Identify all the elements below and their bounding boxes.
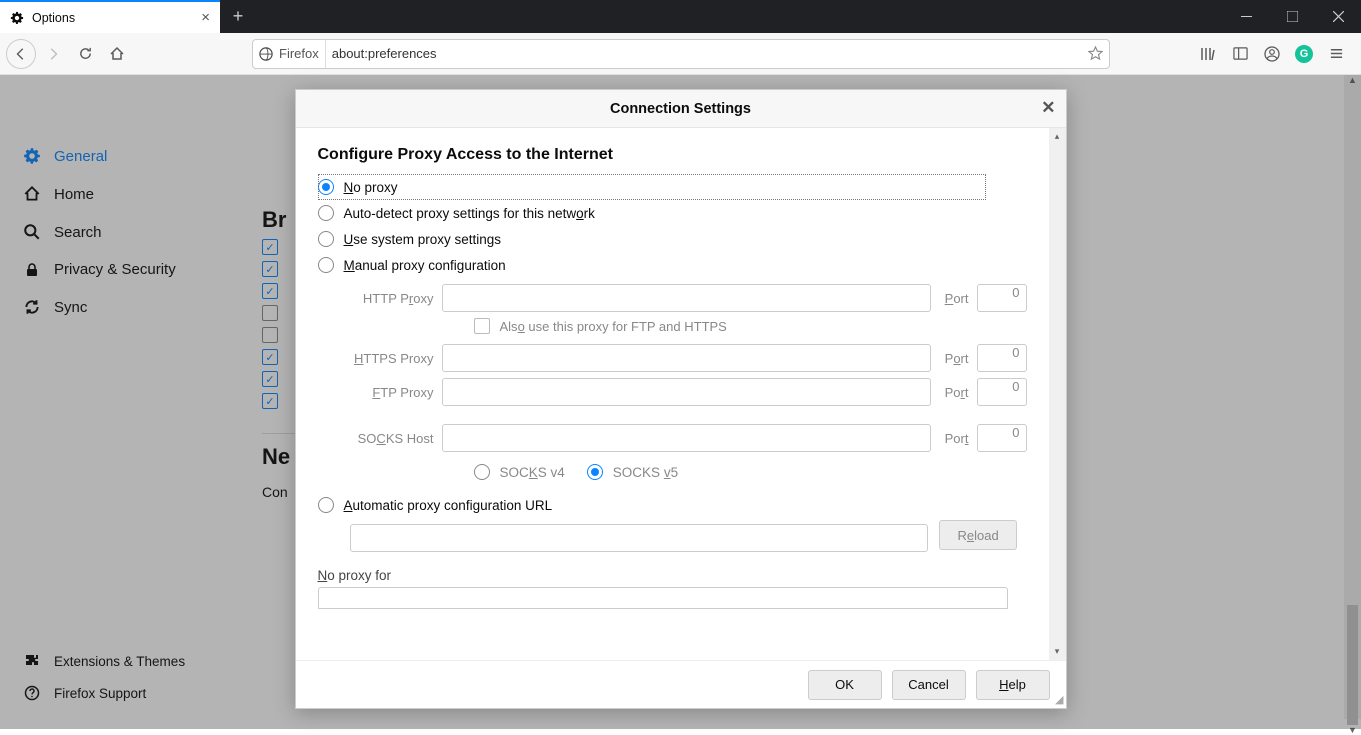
port-label: Port	[939, 351, 969, 366]
maximize-button[interactable]	[1269, 0, 1315, 33]
no-proxy-for-input[interactable]	[318, 587, 1008, 609]
socks-host-label: SOCKS Host	[350, 431, 434, 446]
ftp-proxy-input[interactable]	[442, 378, 931, 406]
radio-icon	[474, 464, 490, 480]
firefox-logo-icon	[259, 47, 273, 61]
window-controls	[1223, 0, 1361, 33]
tab-strip: Options × +	[0, 0, 1361, 33]
toolbar-right: G	[1193, 39, 1355, 69]
http-proxy-input[interactable]	[442, 284, 931, 312]
dialog-scrollbar[interactable]: ▴ ▾	[1049, 128, 1066, 660]
ftp-port-input[interactable]: 0	[977, 378, 1027, 406]
radio-label: Manual proxy configuration	[344, 258, 506, 273]
also-use-label: Also use this proxy for FTP and HTTPS	[500, 319, 727, 334]
content-area: General Home Search Privacy & Security S…	[0, 75, 1361, 729]
dialog-body: Configure Proxy Access to the Internet N…	[296, 128, 1049, 660]
back-button[interactable]	[6, 39, 36, 69]
radio-auto-config-url[interactable]: Automatic proxy configuration URL	[318, 492, 1027, 518]
radio-no-proxy[interactable]: No proxy	[318, 174, 986, 200]
forward-button[interactable]	[38, 39, 68, 69]
radio-auto-detect[interactable]: Auto-detect proxy settings for this netw…	[318, 200, 1027, 226]
reload-button[interactable]	[70, 39, 100, 69]
reload-pac-button[interactable]: Reload	[939, 520, 1017, 550]
home-button[interactable]	[102, 39, 132, 69]
dialog-title: Connection Settings	[610, 101, 751, 117]
dialog-heading: Configure Proxy Access to the Internet	[318, 146, 1027, 164]
grammarly-button[interactable]: G	[1289, 39, 1319, 69]
scroll-up-icon[interactable]: ▴	[1049, 128, 1066, 145]
nav-toolbar: Firefox about:preferences G	[0, 33, 1361, 75]
url-bar[interactable]: Firefox about:preferences	[252, 39, 1110, 69]
radio-icon	[318, 205, 334, 221]
resize-grip-icon[interactable]: ◢	[1055, 693, 1063, 706]
port-label: Port	[939, 385, 969, 400]
https-proxy-input[interactable]	[442, 344, 931, 372]
radio-label: No proxy	[344, 180, 398, 195]
pac-url-input[interactable]	[350, 524, 928, 552]
help-button[interactable]: Help	[976, 670, 1050, 700]
window-close-button[interactable]	[1315, 0, 1361, 33]
http-proxy-label: HTTP Proxy	[350, 291, 434, 306]
radio-icon	[318, 257, 334, 273]
port-label: Port	[939, 291, 969, 306]
radio-manual-proxy[interactable]: Manual proxy configuration	[318, 252, 1027, 278]
radio-socks-v5[interactable]: SOCKS v5	[587, 464, 678, 480]
identity-label: Firefox	[279, 46, 319, 61]
dialog-header: Connection Settings ✕	[296, 90, 1066, 128]
also-use-proxy-checkbox[interactable]: Also use this proxy for FTP and HTTPS	[474, 318, 1027, 334]
radio-label: SOCKS v5	[613, 465, 678, 480]
minimize-button[interactable]	[1223, 0, 1269, 33]
new-tab-button[interactable]: +	[220, 0, 256, 33]
dialog-close-button[interactable]: ✕	[1041, 98, 1055, 118]
http-port-input[interactable]: 0	[977, 284, 1027, 312]
https-port-input[interactable]: 0	[977, 344, 1027, 372]
bookmark-star-icon[interactable]	[1088, 46, 1103, 61]
dialog-footer: OK Cancel Help ◢	[296, 660, 1066, 708]
close-icon[interactable]: ×	[201, 9, 210, 26]
radio-icon	[318, 179, 334, 195]
radio-system-proxy[interactable]: Use system proxy settings	[318, 226, 1027, 252]
gear-icon	[10, 11, 24, 25]
ftp-proxy-label: FTP Proxy	[350, 385, 434, 400]
library-button[interactable]	[1193, 39, 1223, 69]
radio-label: Automatic proxy configuration URL	[344, 498, 553, 513]
identity-box[interactable]: Firefox	[259, 40, 326, 68]
socks-host-input[interactable]	[442, 424, 931, 452]
radio-label: SOCKS v4	[500, 465, 565, 480]
tab-options[interactable]: Options ×	[0, 0, 220, 33]
socks-port-input[interactable]: 0	[977, 424, 1027, 452]
url-text: about:preferences	[332, 46, 1082, 61]
radio-label: Auto-detect proxy settings for this netw…	[344, 206, 595, 221]
radio-socks-v4[interactable]: SOCKS v4	[474, 464, 565, 480]
radio-icon	[587, 464, 603, 480]
manual-proxy-fields: HTTP Proxy Port 0 Also use this proxy fo…	[350, 284, 1027, 488]
scroll-down-icon[interactable]: ▾	[1049, 643, 1066, 660]
grammarly-icon: G	[1295, 45, 1313, 63]
no-proxy-for-label: No proxy for	[318, 568, 1027, 583]
radio-icon	[318, 497, 334, 513]
radio-label: Use system proxy settings	[344, 232, 502, 247]
radio-icon	[318, 231, 334, 247]
port-label: Port	[939, 431, 969, 446]
connection-settings-dialog: Connection Settings ✕ Configure Proxy Ac…	[295, 89, 1067, 709]
https-proxy-label: HTTPS Proxy	[350, 351, 434, 366]
tab-title: Options	[32, 11, 193, 25]
checkbox-icon	[474, 318, 490, 334]
sidebar-button[interactable]	[1225, 39, 1255, 69]
ok-button[interactable]: OK	[808, 670, 882, 700]
account-button[interactable]	[1257, 39, 1287, 69]
cancel-button[interactable]: Cancel	[892, 670, 966, 700]
app-menu-button[interactable]	[1321, 39, 1351, 69]
